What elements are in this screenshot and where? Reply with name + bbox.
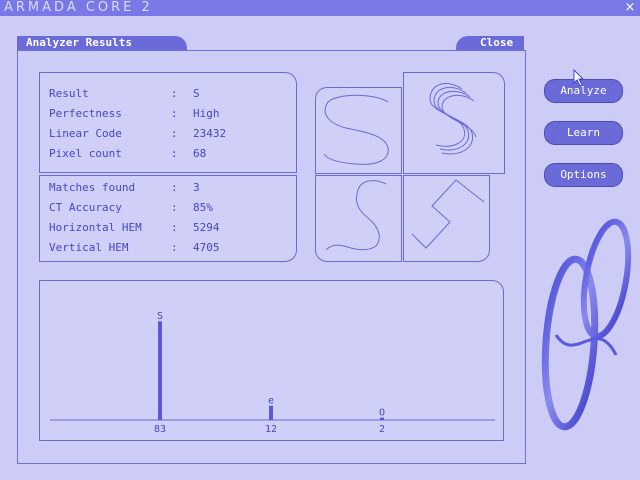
separator: : bbox=[171, 107, 178, 120]
close-tab-button[interactable]: Close bbox=[456, 36, 524, 50]
glyph-preview-template bbox=[403, 72, 505, 174]
separator: : bbox=[171, 181, 178, 194]
analyzer-results-tab: Analyzer Results bbox=[17, 36, 187, 50]
separator: : bbox=[171, 241, 178, 254]
options-button[interactable]: Options bbox=[544, 163, 623, 187]
histogram-bar bbox=[269, 405, 273, 420]
info-value: 85% bbox=[193, 201, 213, 214]
info-label: Vertical HEM bbox=[49, 241, 129, 254]
separator: : bbox=[171, 201, 178, 214]
info-label: CT Accuracy bbox=[49, 201, 122, 214]
handwritten-s-icon bbox=[323, 94, 389, 165]
info-label: Perfectness bbox=[49, 107, 122, 120]
bar-value-label: 2 bbox=[379, 424, 385, 435]
info-value: S bbox=[193, 87, 200, 100]
learn-button[interactable]: Learn bbox=[544, 121, 623, 145]
separator: : bbox=[171, 147, 178, 160]
bar-category-label: S bbox=[157, 311, 163, 322]
glyph-preview-vector bbox=[403, 175, 490, 262]
separator: : bbox=[171, 221, 178, 234]
armada-logo-icon bbox=[541, 218, 632, 431]
panel-title: Analyzer Results bbox=[26, 36, 132, 49]
histogram-bar bbox=[158, 321, 162, 420]
info-value: 23432 bbox=[193, 127, 227, 140]
separator: : bbox=[171, 127, 178, 140]
info-value: 4705 bbox=[193, 241, 220, 254]
info-value: High bbox=[193, 107, 220, 120]
mouse-cursor-icon bbox=[573, 69, 585, 87]
vector-s-icon bbox=[411, 179, 485, 249]
info-label: Pixel count bbox=[49, 147, 122, 160]
scaled-s-icon bbox=[325, 180, 387, 251]
match-histogram: S 83 e 12 O 2 bbox=[39, 280, 504, 441]
info-value: 3 bbox=[193, 181, 200, 194]
app-title: ARMADA CORE 2 bbox=[4, 0, 153, 15]
info-label: Result bbox=[49, 87, 89, 100]
info-label: Horizontal HEM bbox=[49, 221, 142, 234]
bar-value-label: 83 bbox=[154, 424, 166, 435]
bar-value-label: 12 bbox=[265, 424, 277, 435]
histogram-svg: S 83 e 12 O 2 bbox=[50, 311, 495, 435]
bar-category-label: O bbox=[379, 408, 385, 419]
template-s-icon bbox=[429, 83, 477, 155]
info-value: 68 bbox=[193, 147, 207, 160]
glyph-preview-input bbox=[315, 87, 402, 174]
info-label: Linear Code bbox=[49, 127, 122, 140]
separator: : bbox=[171, 87, 178, 100]
glyph-preview-scaled bbox=[315, 175, 402, 262]
info-value: 5294 bbox=[193, 221, 220, 234]
bar-category-label: e bbox=[268, 396, 274, 407]
info-label: Matches found bbox=[49, 181, 136, 194]
result-info-box: Result: S Perfectness: High Linear Code: 23… bbox=[39, 72, 297, 173]
window-close-icon[interactable]: × bbox=[622, 0, 638, 16]
match-info-box: Matches found: 3 CT Accuracy: 85% Horizont… bbox=[39, 175, 297, 262]
close-label: Close bbox=[480, 36, 514, 49]
